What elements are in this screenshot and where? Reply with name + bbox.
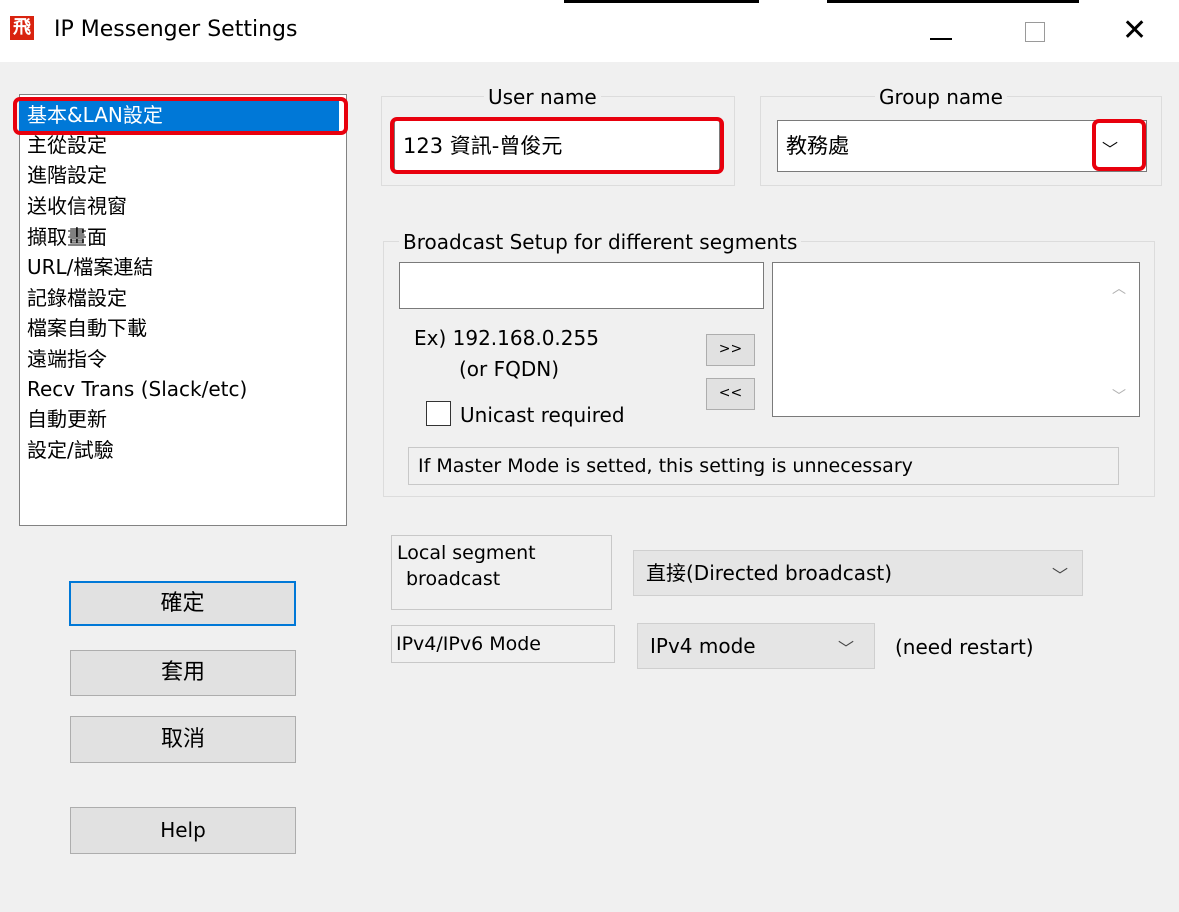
nav-item-auto-update[interactable]: 自動更新 [27,407,107,431]
help-button[interactable]: Help [70,807,296,854]
broadcast-address-input[interactable] [399,262,764,309]
chevron-down-icon[interactable]: ﹀ [1052,562,1068,586]
ip-mode-selected: IPv4 mode [650,634,756,658]
unicast-label: Unicast required [460,403,625,427]
minimize-icon[interactable] [930,38,952,40]
nav-item-basic-lan[interactable]: 基本&LAN設定 [27,103,163,127]
ip-mode-label: IPv4/IPv6 Mode [391,625,615,663]
cancel-button[interactable]: 取消 [70,716,296,763]
add-address-button[interactable]: >> [706,334,755,366]
local-segment-select[interactable]: 直接(Directed broadcast) [633,550,1083,596]
annotation-red-box [1092,119,1146,171]
nav-item-send-recv-window[interactable]: 送收信視窗 [27,194,127,218]
local-segment-label-line1: Local segment [397,542,536,564]
broadcast-address-list[interactable] [772,262,1140,417]
need-restart-note: (need restart) [895,635,1034,659]
decorative-line [564,0,759,3]
remove-address-button[interactable]: << [706,378,755,410]
maximize-icon[interactable] [1025,22,1045,42]
nav-item-recv-trans[interactable]: Recv Trans (Slack/etc) [27,377,247,401]
scroll-up-icon[interactable]: ︿ [1112,278,1126,298]
nav-item-log-settings[interactable]: 記錄檔設定 [27,286,127,310]
app-logo-icon: 飛 [10,16,34,40]
apply-button[interactable]: 套用 [70,650,296,696]
nav-item-auto-download[interactable]: 檔案自動下載 [27,316,147,340]
broadcast-setup-legend: Broadcast Setup for different segments [399,230,802,254]
decorative-line [827,0,1079,3]
user-name-legend: User name [484,85,601,109]
chevron-down-icon[interactable]: ﹀ [838,635,854,659]
local-segment-label-box: Local segment broadcast [391,535,612,610]
local-segment-selected: 直接(Directed broadcast) [646,561,893,585]
local-segment-label-line2: broadcast [406,568,501,590]
master-mode-note: If Master Mode is setted, this setting i… [408,447,1119,485]
nav-item-screen-capture[interactable]: 擷取畫面 [27,225,107,249]
broadcast-example-line1: Ex) 192.168.0.255 [414,326,599,350]
nav-item-url-file-link[interactable]: URL/檔案連結 [27,255,153,279]
unicast-checkbox[interactable] [426,401,451,426]
close-icon[interactable]: ✕ [1122,14,1147,48]
scroll-down-icon[interactable]: ﹀ [1112,386,1126,406]
nav-item-master-slave[interactable]: 主從設定 [27,133,107,157]
window-title: IP Messenger Settings [54,17,298,42]
ok-button[interactable]: 確定 [69,581,296,626]
broadcast-example-line2: (or FQDN) [459,357,560,381]
nav-item-remote-command[interactable]: 遠端指令 [27,347,107,371]
annotation-red-box [390,117,724,174]
nav-item-settings-test[interactable]: 設定/試驗 [27,438,114,462]
group-name-legend: Group name [875,85,1007,109]
nav-item-advanced[interactable]: 進階設定 [27,163,107,187]
